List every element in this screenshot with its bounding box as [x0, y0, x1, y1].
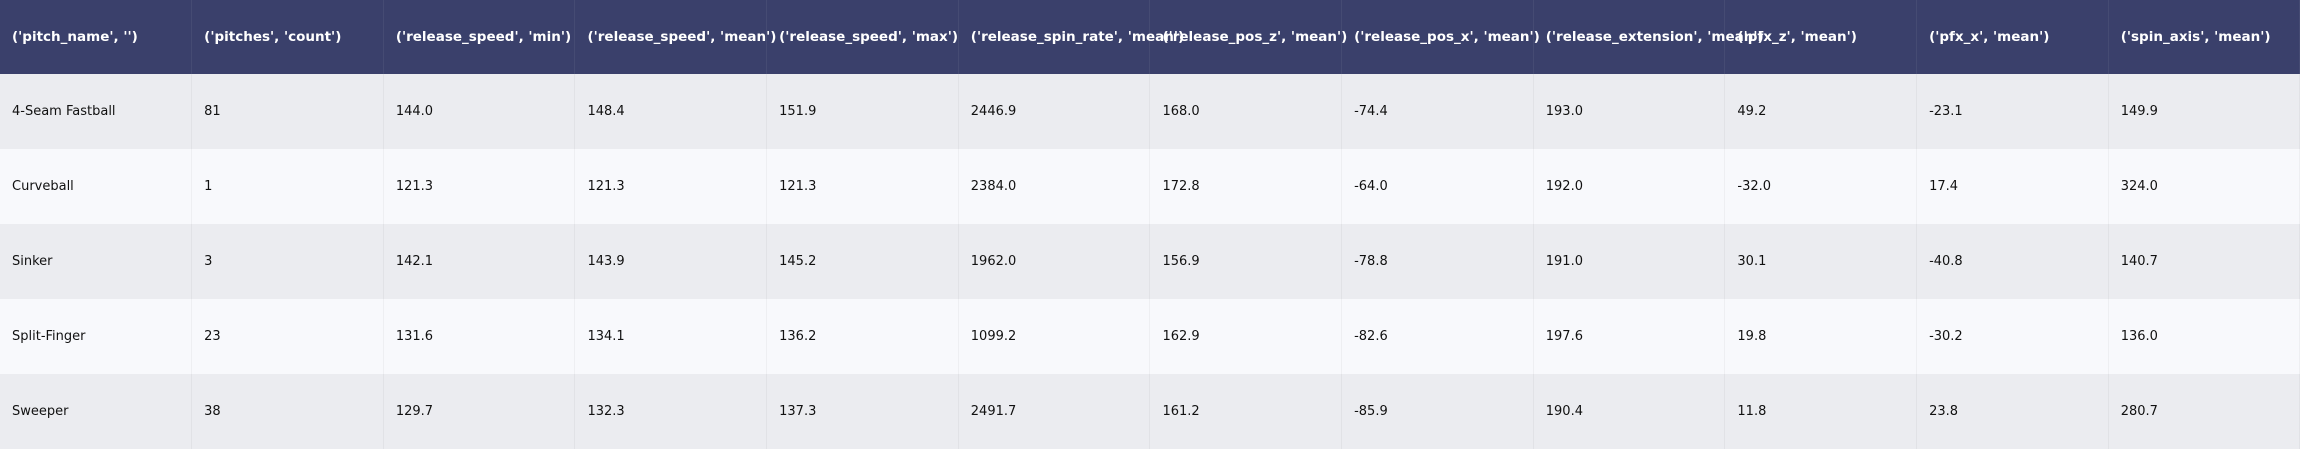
table-cell: 136.2 — [766, 299, 959, 374]
table-cell: 144.0 — [383, 74, 576, 149]
table-cell: 129.7 — [383, 374, 576, 449]
table-cell: 2491.7 — [958, 374, 1151, 449]
table-cell: 190.4 — [1533, 374, 1726, 449]
table-cell: 23.8 — [1916, 374, 2109, 449]
column-header: ('pitch_name', '') — [0, 0, 193, 74]
table-cell: -82.6 — [1341, 299, 1534, 374]
column-header: ('pitches', 'count') — [191, 0, 384, 74]
table-cell: 140.7 — [2108, 224, 2300, 299]
table-cell: 151.9 — [766, 74, 959, 149]
table-cell: -64.0 — [1341, 149, 1534, 224]
table-cell: 145.2 — [766, 224, 959, 299]
table-cell: -85.9 — [1341, 374, 1534, 449]
table-row: 4-Seam Fastball 81 144.0 148.4 151.9 2446.9 16… — [0, 74, 2300, 149]
table-cell: 121.3 — [383, 149, 576, 224]
table-cell: 136.0 — [2108, 299, 2300, 374]
table-cell: 192.0 — [1533, 149, 1726, 224]
column-header: ('release_speed', 'mean') — [574, 0, 776, 74]
table-cell: 149.9 — [2108, 74, 2300, 149]
column-header: ('pfx_x', 'mean') — [1916, 0, 2109, 74]
table-cell: 81 — [191, 74, 384, 149]
table-cell: 1962.0 — [958, 224, 1151, 299]
row-label-cell: Curveball — [0, 149, 193, 224]
table-cell: 11.8 — [1724, 374, 1918, 449]
column-header: ('release_speed', 'max') — [766, 0, 959, 74]
table-header: ('pitch_name', '') ('pitches', 'count') ('… — [0, 0, 2300, 74]
table-cell: 168.0 — [1149, 74, 1343, 149]
column-header: ('release_extension', 'mean') — [1533, 0, 1764, 74]
table-cell: -40.8 — [1916, 224, 2109, 299]
column-header: ('release_spin_rate', 'mean') — [958, 0, 1184, 74]
table-cell: 3 — [191, 224, 384, 299]
table-row: Split-Finger 23 131.6 134.1 136.2 1099.2 162.9… — [0, 299, 2300, 374]
pitch-stats-table: ('pitch_name', '') ('pitches', 'count') ('… — [0, 0, 2300, 450]
table-cell: -78.8 — [1341, 224, 1534, 299]
table-row: Sinker 3 142.1 143.9 145.2 1962.0 156.9 -78.8 19… — [0, 224, 2300, 299]
table-cell: -23.1 — [1916, 74, 2109, 149]
table-cell: 148.4 — [574, 74, 768, 149]
table-cell: 162.9 — [1149, 299, 1343, 374]
table-cell: 132.3 — [574, 374, 768, 449]
table-cell: 156.9 — [1149, 224, 1343, 299]
table-cell: 134.1 — [574, 299, 768, 374]
table-cell: -30.2 — [1916, 299, 2109, 374]
row-label-cell: Split-Finger — [0, 299, 193, 374]
column-header: ('release_pos_x', 'mean') — [1341, 0, 1540, 74]
table-cell: 23 — [191, 299, 384, 374]
table-cell: 280.7 — [2108, 374, 2300, 449]
table-cell: 17.4 — [1916, 149, 2109, 224]
table-cell: 143.9 — [574, 224, 768, 299]
row-label-cell: Sinker — [0, 224, 193, 299]
table-cell: 38 — [191, 374, 384, 449]
table-cell: 172.8 — [1149, 149, 1343, 224]
table-cell: -32.0 — [1724, 149, 1918, 224]
table-body: 4-Seam Fastball 81 144.0 148.4 151.9 2446.9 16… — [0, 74, 2300, 449]
table-cell: 142.1 — [383, 224, 576, 299]
table-cell: 30.1 — [1724, 224, 1918, 299]
table-cell: 324.0 — [2108, 149, 2300, 224]
table-cell: 193.0 — [1533, 74, 1726, 149]
table-cell: 1 — [191, 149, 384, 224]
table-cell: 121.3 — [766, 149, 959, 224]
table-cell: 131.6 — [383, 299, 576, 374]
table-cell: 2446.9 — [958, 74, 1151, 149]
column-header: ('pfx_z', 'mean') — [1724, 0, 1918, 74]
table-cell: 2384.0 — [958, 149, 1151, 224]
table-cell: 1099.2 — [958, 299, 1151, 374]
table-cell: 19.8 — [1724, 299, 1918, 374]
table-cell: -74.4 — [1341, 74, 1534, 149]
table-cell: 49.2 — [1724, 74, 1918, 149]
column-header: ('release_pos_z', 'mean') — [1149, 0, 1347, 74]
column-header: ('spin_axis', 'mean') — [2108, 0, 2300, 74]
header-row: ('pitch_name', '') ('pitches', 'count') ('… — [0, 0, 2300, 74]
table-row: Sweeper 38 129.7 132.3 137.3 2491.7 161.2 -85.9… — [0, 374, 2300, 449]
data-table: ('pitch_name', '') ('pitches', 'count') ('… — [0, 0, 2300, 449]
row-label-cell: Sweeper — [0, 374, 193, 449]
table-cell: 161.2 — [1149, 374, 1343, 449]
table-cell: 191.0 — [1533, 224, 1726, 299]
table-cell: 121.3 — [574, 149, 768, 224]
table-cell: 137.3 — [766, 374, 959, 449]
row-label-cell: 4-Seam Fastball — [0, 74, 193, 149]
table-row: Curveball 1 121.3 121.3 121.3 2384.0 172.8 -64.… — [0, 149, 2300, 224]
table-cell: 197.6 — [1533, 299, 1726, 374]
column-header: ('release_speed', 'min') — [383, 0, 576, 74]
